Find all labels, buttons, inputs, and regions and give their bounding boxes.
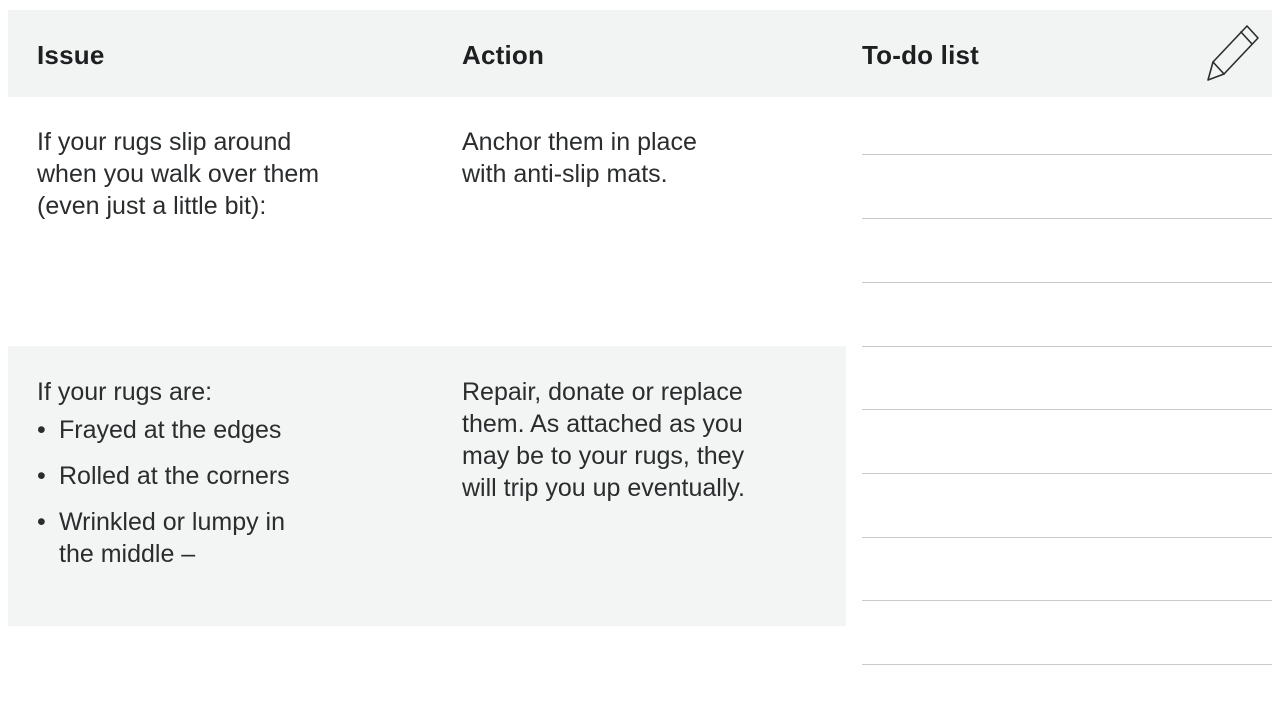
pencil-icon — [1207, 25, 1259, 81]
action-line: will trip you up eventually. — [462, 474, 746, 502]
todo-writing-line[interactable] — [862, 346, 1272, 347]
bullet-line: the middle – — [59, 540, 196, 568]
list-item: • Frayed at the edges — [37, 414, 290, 446]
todo-writing-line[interactable] — [862, 218, 1272, 219]
action-line: them. As attached as you — [462, 410, 743, 438]
bullet-line: Wrinkled or lumpy in — [59, 508, 286, 536]
issue-line: (even just a little bit): — [37, 192, 267, 220]
action-column-header: Action — [462, 40, 545, 70]
issue-column-header: Issue — [37, 40, 105, 70]
bullet-line: Frayed at the edges — [59, 416, 282, 444]
todo-writing-line[interactable] — [862, 600, 1272, 601]
todo-writing-line[interactable] — [862, 537, 1272, 538]
todo-column-header: To-do list — [862, 40, 980, 70]
todo-writing-line[interactable] — [862, 154, 1272, 155]
action-line: Anchor them in place — [462, 128, 697, 156]
issue-bullet-list: • Frayed at the edges • Rolled at the co… — [37, 414, 290, 584]
action-line: may be to your rugs, they — [462, 442, 745, 470]
action-cell-row-1: Anchor them in place with anti-slip mats… — [462, 126, 697, 190]
todo-writing-line[interactable] — [862, 473, 1272, 474]
bullet-line: Rolled at the corners — [59, 462, 290, 490]
action-cell-row-2: Repair, donate or replace them. As attac… — [462, 376, 745, 504]
bullet-marker: • — [37, 462, 46, 490]
list-item: • Rolled at the corners — [37, 460, 290, 492]
issue-line: If your rugs slip around — [37, 128, 292, 156]
issue-intro: If your rugs are: — [37, 378, 213, 406]
table-header — [8, 10, 1272, 97]
issue-line: when you walk over them — [37, 160, 320, 188]
bullet-marker: • — [37, 416, 46, 444]
action-line: Repair, donate or replace — [462, 378, 743, 406]
bullet-marker: • — [37, 508, 46, 536]
list-item: • Wrinkled or lumpy in the middle – — [37, 506, 290, 570]
todo-writing-line[interactable] — [862, 282, 1272, 283]
todo-writing-line[interactable] — [862, 409, 1272, 410]
todo-writing-line[interactable] — [862, 664, 1272, 665]
action-line: with anti-slip mats. — [462, 160, 668, 188]
issue-cell-row-1: If your rugs slip around when you walk o… — [37, 126, 319, 222]
